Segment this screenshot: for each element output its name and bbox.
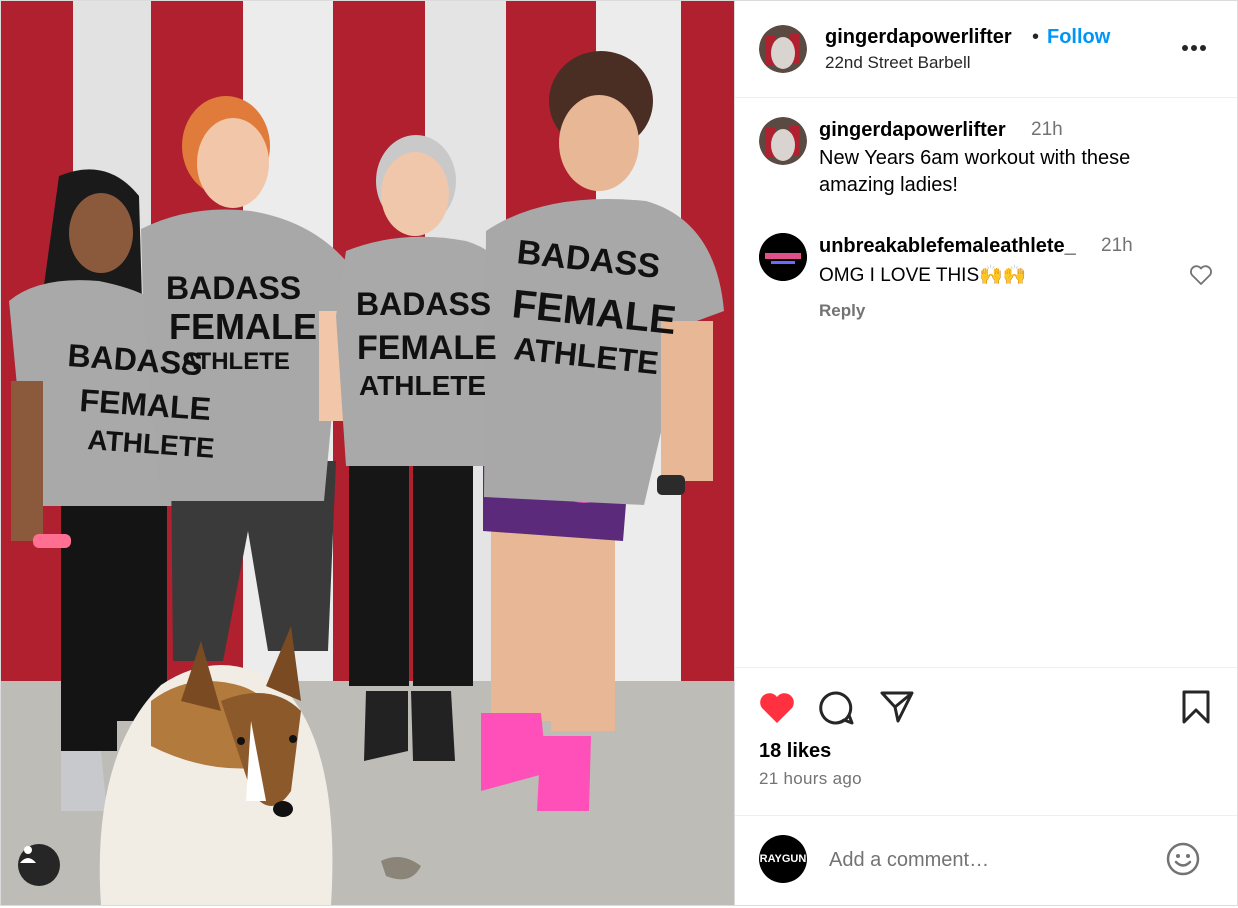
post-header: gingerdapowerlifter • Follow 22nd Street…	[735, 1, 1237, 98]
comment-bubble-icon	[819, 691, 854, 725]
more-options-icon	[1182, 45, 1206, 51]
comment-input[interactable]	[827, 843, 1151, 877]
emoji-button[interactable]	[1165, 841, 1201, 882]
paper-plane-icon	[880, 691, 914, 723]
shirt-2-line-3: ATHLETE	[181, 348, 290, 375]
my-avatar: RAYGUN	[759, 835, 807, 883]
caption-username[interactable]: gingerdapowerlifter	[819, 119, 1006, 142]
caption-text: New Years 6am workout with these amazing…	[819, 147, 1131, 196]
heart-outline-icon	[1190, 265, 1212, 285]
tagged-users-button[interactable]	[18, 844, 60, 886]
group-photo-illustration: BADASS FEMALE ATHLETE BADASS FEMALE ATHL…	[1, 1, 734, 905]
more-options-button[interactable]	[1181, 39, 1207, 57]
author-username[interactable]: gingerdapowerlifter	[825, 26, 1012, 49]
post-time-ago[interactable]: 21 hours ago	[759, 769, 862, 789]
follow-button[interactable]: Follow	[1047, 26, 1110, 49]
comment-like-button[interactable]	[1189, 264, 1213, 291]
share-button[interactable]	[879, 689, 915, 730]
likes-count[interactable]: 18 likes	[759, 740, 831, 763]
comment-button[interactable]	[817, 689, 855, 732]
comment-timestamp[interactable]: 21h	[1101, 235, 1133, 257]
emoji-smile-icon	[1166, 842, 1200, 876]
caption-avatar[interactable]	[759, 117, 807, 165]
shirt-3-line-2: FEMALE	[357, 329, 497, 367]
post-side-panel: gingerdapowerlifter • Follow 22nd Street…	[734, 1, 1237, 905]
user-tag-icon	[20, 846, 36, 863]
comment-reply-button[interactable]: Reply	[819, 301, 865, 321]
shirt-2-line-2: FEMALE	[169, 306, 317, 347]
bookmark-icon	[1182, 690, 1210, 724]
header-separator: •	[1032, 26, 1040, 48]
commenter-avatar[interactable]	[759, 233, 807, 281]
author-avatar[interactable]	[759, 25, 807, 73]
post-location[interactable]: 22nd Street Barbell	[825, 53, 971, 73]
my-avatar-text: RAYGUN	[759, 853, 807, 865]
post-dialog: BADASS FEMALE ATHLETE BADASS FEMALE ATHL…	[0, 0, 1238, 906]
caption-timestamp[interactable]: 21h	[1031, 119, 1063, 141]
heart-filled-icon	[760, 693, 794, 723]
shirt-3-line-3: ATHLETE	[359, 370, 486, 401]
shirt-2-line-1: BADASS	[166, 270, 301, 306]
post-photo[interactable]: BADASS FEMALE ATHLETE BADASS FEMALE ATHL…	[1, 1, 734, 905]
shirt-3-line-1: BADASS	[356, 286, 491, 322]
like-button[interactable]	[757, 689, 797, 730]
save-button[interactable]	[1181, 689, 1211, 730]
comment-username[interactable]: unbreakablefemaleathlete_	[819, 235, 1076, 258]
comment-text: OMG I LOVE THIS🙌🙌	[819, 265, 1027, 286]
